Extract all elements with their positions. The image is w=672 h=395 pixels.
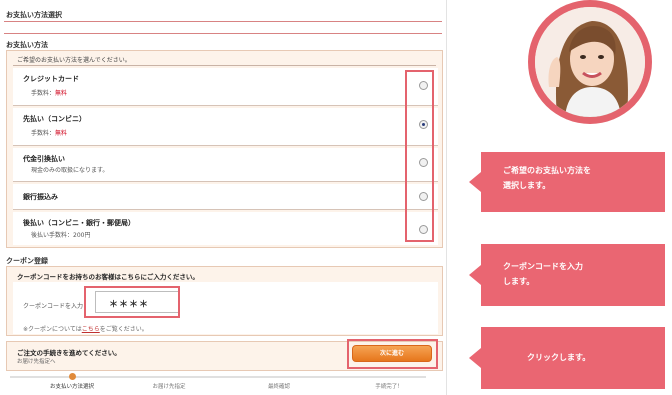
- coupon-heading: クーポンコードをお持ちのお客様はこちらにご入力ください。: [17, 273, 199, 281]
- callout-line: クリックします。: [527, 353, 591, 362]
- note-suffix: をご覧ください。: [99, 326, 148, 333]
- coupon-box: クーポンコードをお持ちのお客様はこちらにご入力ください。 クーポンコードを入力：…: [6, 266, 443, 336]
- payment-option-prepay-convenience[interactable]: 先払い（コンビニ） 手数料：無料: [13, 108, 438, 146]
- woman-illustration: [535, 7, 645, 117]
- callout-enter-coupon: クーポンコードを入力 します。: [469, 244, 665, 306]
- payment-section-title: お支払い方法: [6, 41, 48, 49]
- button-highlight-frame: [347, 339, 438, 369]
- option-name: クレジットカード: [23, 75, 79, 83]
- current-step-marker: [69, 373, 76, 380]
- fee-label: 手数料：: [31, 90, 56, 97]
- divider: [4, 21, 442, 22]
- callout-line: クーポンコードを入力: [503, 262, 583, 271]
- step-complete: 手続完了！: [375, 384, 403, 390]
- option-fee: 手数料：無料: [31, 128, 67, 137]
- option-name: 後払い（コンビニ・銀行・郵便局）: [23, 219, 135, 227]
- callout-select-payment: ご希望のお支払い方法を 選択します。: [469, 152, 665, 212]
- note-prefix: ※クーポンについては: [23, 326, 82, 333]
- payment-option-credit-card[interactable]: クレジットカード 手数料：無料: [13, 68, 438, 106]
- option-note: 現金のみの取扱になります。: [31, 167, 109, 174]
- coupon-inner: クーポンコードを入力： ＊＊＊＊ ※クーポンについてはこちらをご覧ください。: [13, 282, 438, 334]
- option-fee: 手数料：無料: [31, 88, 67, 97]
- guide-woman-photo: [535, 7, 645, 117]
- coupon-info-link[interactable]: こちら: [82, 326, 100, 333]
- fee-value: 無料: [55, 90, 68, 97]
- step-confirm: 最終確認: [267, 384, 290, 390]
- step-delivery: お届け先指定: [152, 384, 186, 390]
- divider: [13, 65, 436, 66]
- callout-line: ご希望のお支払い方法を: [503, 166, 591, 175]
- payment-option-cash-on-delivery[interactable]: 代金引換払い 現金のみの取扱になります。: [13, 148, 438, 182]
- option-name: 先払い（コンビニ）: [23, 115, 86, 123]
- callout-line: します。: [503, 277, 535, 286]
- fee-label: 手数料：: [31, 130, 56, 137]
- coupon-section-title: クーポン登録: [6, 257, 48, 265]
- fee-value: 無料: [55, 130, 68, 137]
- callout-click: クリックします。: [469, 327, 665, 389]
- payment-option-postpay[interactable]: 後払い（コンビニ・銀行・郵便局） 後払い手数料：200円: [13, 212, 438, 245]
- radio-highlight-frame: [405, 70, 434, 242]
- payment-options-box: ご希望のお支払い方法を選んでください。 クレジットカード 手数料：無料 先払い（…: [6, 50, 443, 248]
- option-name: 銀行振込み: [23, 193, 58, 201]
- option-note: 後払い手数料：200円: [31, 232, 91, 239]
- page-title: お支払い方法選択: [6, 11, 62, 19]
- divider: [4, 33, 442, 34]
- payment-option-bank-transfer[interactable]: 銀行振込み: [13, 184, 438, 210]
- coupon-highlight-frame: [84, 286, 180, 318]
- proceed-text: ご注文の手続きを進めてください。: [17, 349, 121, 357]
- coupon-note: ※クーポンについてはこちらをご覧ください。: [23, 324, 148, 333]
- option-name: 代金引換払い: [23, 155, 65, 163]
- proceed-subtext: お届け先指定へ: [17, 359, 56, 365]
- callout-line: 選択します。: [503, 181, 551, 190]
- coupon-label: クーポンコードを入力：: [23, 303, 90, 310]
- checkout-panel: お支払い方法選択 お支払い方法 ご希望のお支払い方法を選んでください。 クレジッ…: [0, 0, 447, 395]
- payment-hint: ご希望のお支払い方法を選んでください。: [17, 57, 131, 64]
- step-payment: お支払い方法選択: [49, 384, 94, 390]
